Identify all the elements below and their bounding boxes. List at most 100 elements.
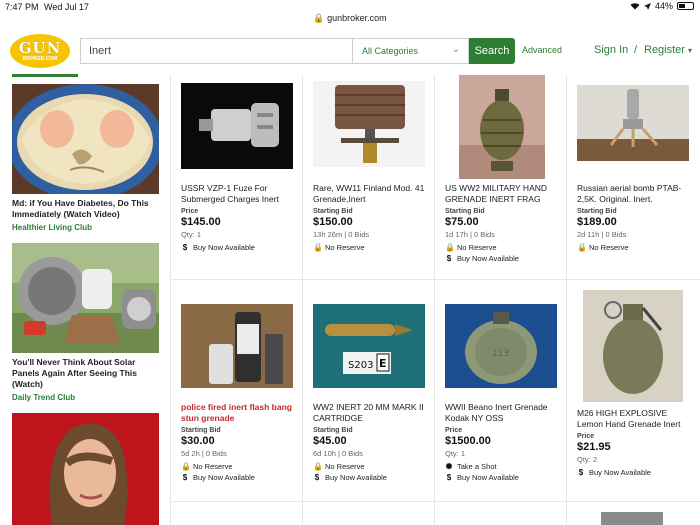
listing-feature: 🔒 No Reserve: [313, 462, 431, 471]
price-label: Price: [181, 208, 199, 215]
listing-image: S203 E: [313, 304, 425, 390]
feature-text: No Reserve: [325, 243, 365, 252]
listing-card[interactable]: police fired inert flash bang stun grena…: [171, 280, 303, 502]
lock-icon: 🔒: [181, 462, 191, 471]
sidebar-ad[interactable]: Md: if You Have Diabetes, Do This Immedi…: [12, 84, 159, 232]
listing-feature: $ Buy Now Available: [445, 473, 563, 482]
status-date: Wed Jul 17: [44, 2, 89, 12]
listing-title[interactable]: US WW2 MILITARY HAND GRENADE INERT FRAG: [445, 183, 563, 205]
ad-image-motor: [12, 243, 159, 353]
listing-title[interactable]: Russian aerial bomb PTAB-2,5K. Original.…: [577, 183, 695, 205]
search-input[interactable]: Inert: [80, 38, 352, 64]
feature-text: Buy Now Available: [457, 254, 519, 263]
sidebar-ad[interactable]: You'll Never Think About Solar Panels Ag…: [12, 243, 159, 402]
listing-title[interactable]: Rare, WW11 Finland Mod. 41 Grenade,Inert: [313, 183, 431, 205]
listing-card[interactable]: S203 E WW2 INERT 20 MM MARK II CARTRIDGE…: [303, 280, 435, 502]
feature-text: Buy Now Available: [589, 468, 651, 477]
listing-info: Rare, WW11 Finland Mod. 41 Grenade,Inert…: [313, 183, 431, 252]
site-logo[interactable]: GUN BROKER.COM: [10, 34, 70, 68]
listing-card[interactable]: [567, 502, 700, 525]
listing-card[interactable]: [435, 502, 567, 525]
listing-meta: 2d 11h | 0 Bids: [577, 230, 627, 239]
listing-image: 113: [445, 304, 557, 390]
listing-meta: Qty: 2: [577, 455, 598, 464]
category-select[interactable]: All Categories ⌄: [352, 38, 469, 64]
wifi-icon: [630, 3, 640, 10]
listing-info: WW2 INERT 20 MM MARK II CARTRIDGE Starti…: [313, 402, 431, 482]
cartridge-letter-text: E: [379, 357, 387, 370]
listing-image: [459, 75, 545, 179]
battery-icon: [677, 2, 694, 10]
price-label: Starting Bid: [181, 427, 221, 434]
listing-card[interactable]: Rare, WW11 Finland Mod. 41 Grenade,Inert…: [303, 75, 435, 280]
listing-title[interactable]: police fired inert flash bang stun grena…: [181, 402, 299, 424]
listing-title[interactable]: WW2 INERT 20 MM MARK II CARTRIDGE: [313, 402, 431, 424]
lock-icon: 🔒: [445, 243, 455, 252]
status-right: 44%: [630, 1, 694, 11]
listings-grid: USSR VZP-1 Fuze For Submerged Charges In…: [170, 75, 700, 525]
cartridge-tag-text: S203: [348, 360, 373, 371]
listing-price: $150.00: [313, 216, 353, 228]
search-button[interactable]: Search: [469, 38, 515, 64]
listing-info: Russian aerial bomb PTAB-2,5K. Original.…: [577, 183, 695, 252]
feature-text: No Reserve: [193, 462, 233, 471]
feature-text: Take a Shot: [457, 462, 497, 471]
listing-card[interactable]: [303, 502, 435, 525]
sidebar-ads: Md: if You Have Diabetes, Do This Immedi…: [0, 75, 170, 525]
listing-meta: 5d 2h | 0 Bids: [181, 449, 227, 458]
ad-title: Md: if You Have Diabetes, Do This Immedi…: [12, 198, 149, 219]
listing-title[interactable]: M26 HIGH EXPLOSIVE Lemon Hand Grenade In…: [577, 408, 695, 430]
register-menu[interactable]: Register ▾: [644, 44, 692, 56]
listing-image: [181, 304, 293, 390]
sidebar-ad[interactable]: [12, 413, 159, 525]
address-bar[interactable]: 🔒 gunbroker.com: [0, 13, 700, 24]
offer-icon: ✺: [445, 462, 453, 471]
feature-text: No Reserve: [589, 243, 629, 252]
listing-card[interactable]: [171, 502, 303, 525]
listing-image: [313, 81, 425, 167]
location-icon: [643, 2, 651, 10]
chevron-down-icon: ⌄: [451, 44, 460, 55]
caret-down-icon: ▾: [688, 46, 693, 55]
ad-image-eggs: [12, 84, 159, 194]
listing-title[interactable]: USSR VZP-1 Fuze For Submerged Charges In…: [181, 183, 299, 205]
listing-price: $145.00: [181, 216, 221, 228]
ad-title: You'll Never Think About Solar Panels Ag…: [12, 357, 138, 389]
listing-meta: Qty: 1: [445, 449, 466, 458]
listing-title[interactable]: WWII Beano Inert Grenade Kodak NY OSS: [445, 402, 563, 424]
feature-text: Buy Now Available: [193, 473, 255, 482]
listing-info: police fired inert flash bang stun grena…: [181, 402, 299, 482]
listing-image: [601, 512, 663, 525]
battery-percent: 44%: [654, 1, 673, 11]
listing-info: USSR VZP-1 Fuze For Submerged Charges In…: [181, 183, 299, 252]
listing-feature: $ Buy Now Available: [445, 254, 563, 263]
advanced-search-link[interactable]: Advanced: [522, 45, 562, 55]
listing-info: WWII Beano Inert Grenade Kodak NY OSS Pr…: [445, 402, 563, 482]
listing-card[interactable]: Russian aerial bomb PTAB-2,5K. Original.…: [567, 75, 700, 280]
listing-feature: $ Buy Now Available: [181, 243, 299, 252]
listing-price: $21.95: [577, 441, 611, 453]
feature-text: No Reserve: [325, 462, 365, 471]
beano-mark-text: 113: [492, 349, 509, 359]
lock-icon: 🔒: [577, 243, 587, 252]
listing-card[interactable]: US WW2 MILITARY HAND GRENADE INERT FRAG …: [435, 75, 567, 280]
listing-feature: 🔒 No Reserve: [445, 243, 563, 252]
listing-feature: 🔒 No Reserve: [313, 243, 431, 252]
feature-text: Buy Now Available: [193, 243, 255, 252]
site-header: GUN BROKER.COM Inert All Categories ⌄ Se…: [0, 28, 700, 74]
sign-in-link[interactable]: Sign In: [594, 44, 628, 56]
dollar-icon: $: [578, 468, 584, 477]
listing-feature: $ Buy Now Available: [181, 473, 299, 482]
price-label: Starting Bid: [313, 427, 353, 434]
listing-feature: 🔒 No Reserve: [181, 462, 299, 471]
ad-image-portrait: [12, 413, 159, 525]
listing-card[interactable]: USSR VZP-1 Fuze For Submerged Charges In…: [171, 75, 303, 280]
listing-card[interactable]: 113 WWII Beano Inert Grenade Kodak NY OS…: [435, 280, 567, 502]
listing-card[interactable]: M26 HIGH EXPLOSIVE Lemon Hand Grenade In…: [567, 280, 700, 502]
listing-feature: $ Buy Now Available: [577, 468, 695, 477]
feature-text: Buy Now Available: [325, 473, 387, 482]
listing-meta: 1d 17h | 0 Bids: [445, 230, 495, 239]
price-label: Price: [577, 433, 595, 440]
url-text: gunbroker.com: [327, 13, 387, 23]
listing-meta: 6d 10h | 0 Bids: [313, 449, 363, 458]
